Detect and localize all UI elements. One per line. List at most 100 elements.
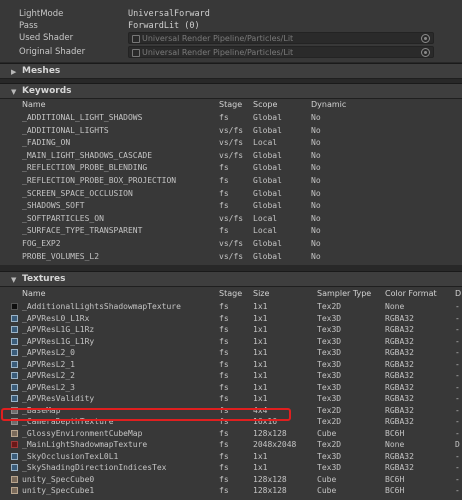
texture-size: 1x1	[253, 382, 268, 392]
texture-name: _APVResL1G_L1Ry	[22, 336, 95, 346]
keyword-name: _SHADOWS_SOFT	[22, 201, 85, 211]
texture-stage: fs	[219, 371, 229, 380]
texture-size: 1x1	[253, 371, 268, 380]
textures-col-size: Size	[253, 289, 270, 298]
keyword-stage: fs	[219, 188, 229, 198]
texture-3d-icon	[11, 372, 18, 379]
texture-dim: -	[455, 394, 460, 403]
keywords-table: Name Stage Scope Dynamic _ADDITIONAL_LIG…	[0, 99, 462, 265]
keyword-scope: Global	[253, 150, 282, 160]
texture-stage: fs	[219, 486, 229, 495]
texture-sampler: Tex3D	[317, 463, 342, 472]
keyword-dynamic: No	[311, 150, 321, 160]
texture-dim: -	[455, 313, 460, 323]
textures-foldout[interactable]: ▼ Textures	[0, 271, 462, 287]
textures-table: Name Stage Size Sampler Type Color Forma…	[0, 287, 462, 500]
keyword-stage: fs	[219, 113, 229, 122]
texture-size: 2048x2048	[253, 440, 297, 449]
texture-name: _AdditionalLightsShadowmapTexture	[22, 302, 181, 311]
texture-format: RGBA32	[385, 336, 414, 346]
texture-size: 1x1	[253, 336, 268, 346]
texture-name: _BaseMap	[22, 405, 61, 415]
keyword-scope: Global	[253, 188, 282, 198]
keyword-dynamic: No	[311, 176, 321, 185]
texture-name: _MainLightShadowmapTexture	[22, 440, 148, 449]
keyword-scope: Global	[253, 125, 282, 135]
texture-format: RGBA32	[385, 417, 414, 426]
texture-red-icon	[11, 441, 18, 448]
keyword-stage: vs/fs	[219, 213, 244, 223]
pass-label: Pass	[19, 21, 38, 31]
foldout-expanded-icon: ▼	[11, 88, 17, 96]
original-shader-value: Universal Render Pipeline/Particles/Lit	[142, 48, 294, 57]
keyword-name: _SURFACE_TYPE_TRANSPARENT	[22, 226, 143, 236]
texture-name: _SkyOcclusionTexL0L1	[22, 451, 119, 461]
texture-dim: -	[455, 463, 460, 472]
texture-stage: fs	[219, 348, 229, 357]
texture-stage: fs	[219, 313, 229, 323]
keywords-foldout[interactable]: ▼ Keywords	[0, 83, 462, 99]
texture-dim: -	[455, 371, 460, 380]
texture-name: _APVResL0_L1Rx	[22, 313, 90, 323]
original-shader-label: Original Shader	[19, 47, 86, 57]
texture-dim: -	[455, 348, 460, 357]
keyword-scope: Local	[253, 226, 278, 236]
textures-col-stage: Stage	[219, 289, 243, 298]
keyword-dynamic: No	[311, 188, 321, 198]
texture-size: 1x1	[253, 313, 268, 323]
keyword-dynamic: No	[311, 201, 321, 211]
texture-dim: -	[455, 451, 460, 461]
keyword-scope: Global	[253, 163, 282, 173]
texture-name: _SkyShadingDirectionIndicesTex	[22, 463, 167, 472]
texture-format: None	[385, 302, 405, 311]
texture-sampler: Tex2D	[317, 302, 342, 311]
keyword-name: _ADDITIONAL_LIGHTS	[22, 125, 109, 135]
texture-format: RGBA32	[385, 405, 414, 415]
texture-3d-icon	[11, 314, 18, 322]
object-picker-icon[interactable]	[421, 48, 430, 57]
texture-format: BC6H	[385, 474, 405, 484]
used-shader-label: Used Shader	[19, 33, 74, 43]
textures-col-sampler: Sampler Type	[317, 289, 372, 298]
texture-size: 1x1	[253, 451, 268, 461]
texture-sampler: Tex3D	[317, 313, 342, 323]
texture-stage: fs	[219, 359, 229, 369]
keyword-scope: Global	[253, 201, 282, 211]
texture-sampler: Tex2D	[317, 405, 342, 415]
texture-stage: fs	[219, 463, 229, 472]
texture-sampler: Tex3D	[317, 348, 342, 357]
texture-format: RGBA32	[385, 463, 414, 472]
texture-sampler: Tex3D	[317, 359, 342, 369]
textures-col-dim: D	[455, 289, 462, 298]
keyword-name: _FADING_ON	[22, 138, 71, 148]
used-shader-field[interactable]: Universal Render Pipeline/Particles/Lit	[128, 32, 434, 44]
texture-format: RGBA32	[385, 348, 414, 357]
texture-dim: -	[455, 382, 460, 392]
texture-sampler: Tex2D	[317, 440, 342, 449]
keyword-stage: fs	[219, 226, 229, 236]
meshes-title: Meshes	[22, 66, 61, 76]
keyword-dynamic: No	[311, 163, 321, 173]
texture-stage: fs	[219, 428, 229, 438]
texture-3d-icon	[11, 452, 18, 460]
texture-dim: -	[455, 325, 460, 334]
object-picker-icon[interactable]	[421, 34, 430, 43]
keyword-dynamic: No	[311, 138, 321, 148]
keyword-scope: Local	[253, 138, 278, 148]
texture-size: 4x4	[253, 405, 268, 415]
texture-stage: fs	[219, 440, 229, 449]
texture-name: _APVResL2_3	[22, 382, 75, 392]
texture-dim: -	[455, 428, 460, 438]
keyword-stage: vs/fs	[219, 150, 244, 160]
texture-format: None	[385, 440, 405, 449]
texture-dim: -	[455, 486, 460, 495]
texture-name: _APVResL2_2	[22, 371, 75, 380]
keywords-title: Keywords	[22, 86, 72, 96]
texture-dim: -	[455, 474, 460, 484]
texture-sampler: Tex3D	[317, 325, 342, 334]
original-shader-field[interactable]: Universal Render Pipeline/Particles/Lit	[128, 46, 434, 58]
meshes-foldout[interactable]: ▶ Meshes	[0, 63, 462, 79]
keyword-scope: Global	[253, 176, 282, 185]
texture-dim: D	[455, 440, 460, 449]
texture-3d-icon	[11, 360, 18, 368]
